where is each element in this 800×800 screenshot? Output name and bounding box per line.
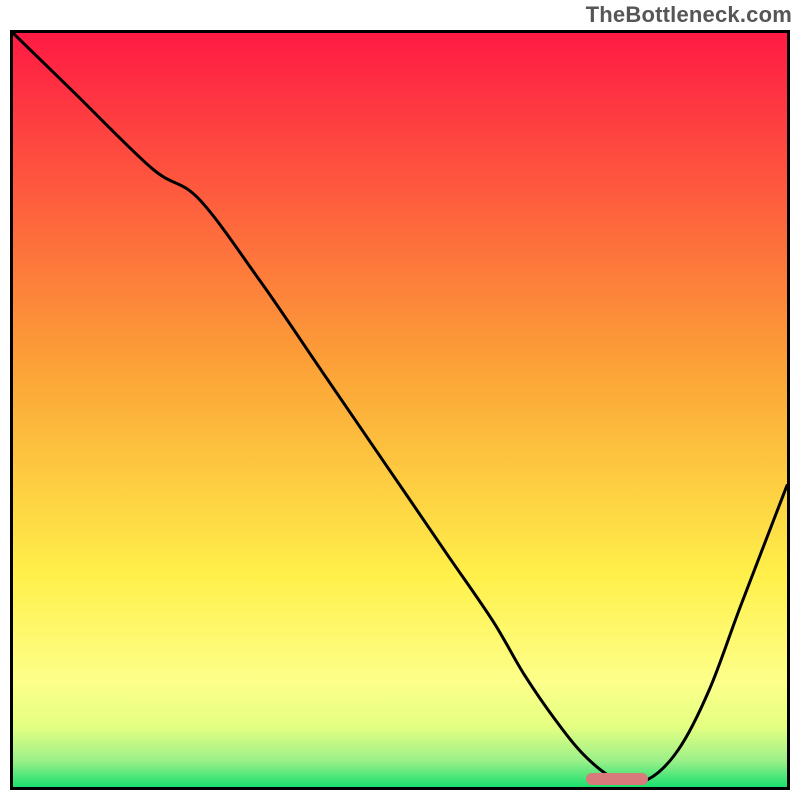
chart-svg	[13, 33, 787, 787]
plot-inner	[13, 33, 787, 787]
plot-frame	[10, 30, 790, 790]
target-marker	[586, 773, 648, 785]
chart-container: TheBottleneck.com	[0, 0, 800, 800]
watermark-text: TheBottleneck.com	[586, 2, 792, 28]
